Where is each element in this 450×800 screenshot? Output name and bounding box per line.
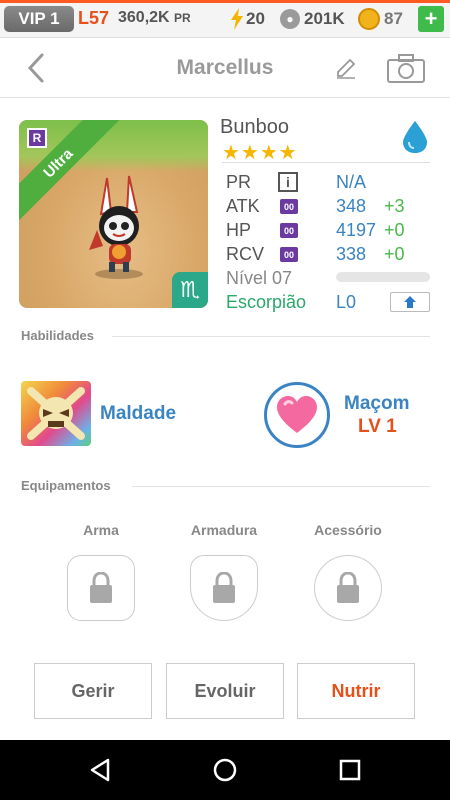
- equipment-section-title: Equipamentos: [21, 478, 111, 493]
- nav-back-icon[interactable]: [86, 756, 114, 784]
- leader-skill-name[interactable]: Maçom: [344, 393, 409, 415]
- feed-button[interactable]: Nutrir: [297, 663, 415, 719]
- system-nav-bar: [0, 740, 450, 800]
- stat-badge: 00: [280, 247, 298, 262]
- stat-bonus: +0: [384, 220, 405, 240]
- skull-icon: [27, 387, 85, 440]
- zodiac-level: L0: [336, 292, 357, 312]
- coins-counter[interactable]: 87: [358, 6, 403, 32]
- page-title: Marcellus: [176, 56, 274, 79]
- armor-slot[interactable]: [190, 555, 258, 621]
- pet-character-image: [89, 175, 143, 279]
- energy-counter[interactable]: 20: [230, 6, 265, 32]
- skull-skill-icon[interactable]: [21, 381, 91, 446]
- paw-counter[interactable]: ● 201K: [280, 6, 345, 32]
- manage-button[interactable]: Gerir: [34, 663, 152, 719]
- lock-icon: [337, 572, 359, 603]
- energy-value: 20: [246, 9, 265, 28]
- equip-label-weapon: Arma: [83, 522, 119, 538]
- stat-badge: 00: [280, 223, 298, 238]
- stat-row-atk: ATK 00 348 +3: [226, 196, 436, 218]
- stat-row-rcv: RCV 00 338 +0: [226, 244, 436, 266]
- zodiac-upgrade-button[interactable]: [390, 292, 430, 312]
- player-pr-value: 360,2K: [118, 9, 170, 26]
- zodiac-scorpio-icon: ♏: [172, 272, 208, 308]
- zodiac-label: Escorpião: [226, 292, 307, 312]
- player-level: L57: [78, 8, 110, 28]
- skills-section-title: Habilidades: [21, 328, 94, 343]
- equipment-divider: [132, 486, 430, 487]
- stat-label: HP: [226, 220, 252, 240]
- coins-value: 87: [384, 9, 403, 28]
- player-pr: 360,2K PR: [118, 9, 191, 27]
- info-icon[interactable]: i: [278, 172, 298, 192]
- evolve-button[interactable]: Evoluir: [166, 663, 284, 719]
- camera-icon[interactable]: [386, 52, 426, 84]
- accessory-slot[interactable]: [314, 555, 382, 621]
- stat-row-hp: HP 00 4197 +0: [226, 220, 436, 242]
- stat-label: ATK: [226, 196, 260, 216]
- stat-bonus: +3: [384, 196, 405, 216]
- vip-badge[interactable]: VIP 1: [4, 6, 74, 32]
- stat-value: 4197: [336, 220, 377, 240]
- status-bar: VIP 1 L57 360,2K PR 20 ● 201K 87 +: [0, 0, 450, 38]
- water-element-icon: [403, 121, 427, 153]
- level-progress-bar: [336, 272, 430, 282]
- edit-icon[interactable]: [334, 56, 358, 80]
- header: Marcellus: [0, 38, 450, 98]
- heart-icon: [277, 396, 317, 433]
- lock-icon: [213, 572, 235, 603]
- pet-species-name: Bunboo: [220, 116, 289, 138]
- upload-arrow-icon: [404, 296, 416, 308]
- pet-portrait[interactable]: Ultra R ♏: [19, 120, 208, 308]
- rarity-letter: R: [27, 128, 47, 148]
- weapon-slot[interactable]: [67, 555, 135, 621]
- top-progress-strip: [0, 0, 450, 3]
- stat-label: PR: [226, 172, 252, 192]
- skills-divider: [112, 336, 430, 337]
- add-currency-button[interactable]: +: [418, 6, 444, 32]
- stat-value: 348: [336, 196, 367, 216]
- equip-label-accessory: Acessório: [314, 522, 382, 538]
- nav-home-icon[interactable]: [211, 756, 239, 784]
- paw-icon: ●: [280, 9, 300, 29]
- stat-bonus: +0: [384, 244, 405, 264]
- player-pr-unit: PR: [174, 11, 191, 25]
- leader-skill-level: LV 1: [358, 416, 397, 437]
- lightning-icon: [231, 8, 243, 30]
- stat-label: RCV: [226, 244, 265, 264]
- active-skill-name[interactable]: Maldade: [100, 403, 176, 425]
- coin-icon: [358, 8, 380, 30]
- stat-badge: 00: [280, 199, 298, 214]
- leader-skill-icon[interactable]: [264, 382, 330, 448]
- nav-recents-icon[interactable]: [336, 756, 364, 784]
- paw-value: 201K: [304, 9, 345, 28]
- level-label: Nível 07: [226, 268, 293, 288]
- stat-value: 338: [336, 244, 367, 264]
- lock-icon: [90, 572, 112, 603]
- stats-divider: [222, 162, 430, 163]
- equip-label-armor: Armadura: [190, 522, 258, 538]
- stat-row-pr: PR i N/A: [226, 172, 436, 194]
- stat-value: N/A: [336, 172, 367, 192]
